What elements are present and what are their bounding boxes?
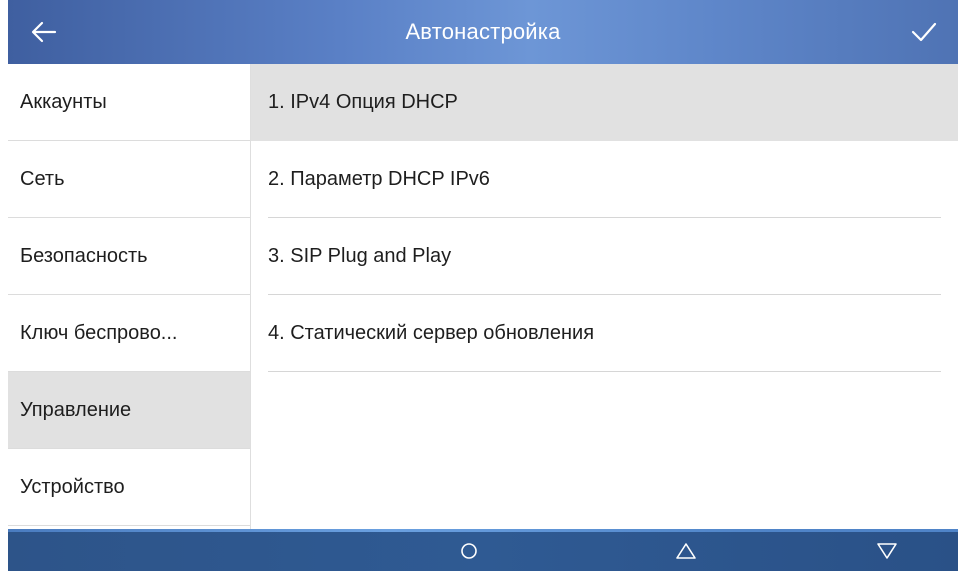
sidebar-item-security[interactable]: Безопасность xyxy=(8,218,250,295)
sidebar-item-wireless-key[interactable]: Ключ беспрово... xyxy=(8,295,250,372)
screen: Автонастройка Аккаунты Сеть Безопасность… xyxy=(8,0,958,571)
nav-divider xyxy=(8,529,958,532)
list-item-dhcp-ipv6-parameter[interactable]: 2. Параметр DHCP IPv6 xyxy=(251,141,958,218)
home-button[interactable] xyxy=(450,533,488,569)
list-item-ipv4-dhcp-option[interactable]: 1. IPv4 Опция DHCP xyxy=(251,64,958,141)
bottom-nav-bar xyxy=(8,529,958,571)
triangle-down-icon xyxy=(877,543,897,559)
sidebar-item-network[interactable]: Сеть xyxy=(8,141,250,218)
scroll-down-button[interactable] xyxy=(868,533,906,569)
list-item-sip-plug-and-play[interactable]: 3. SIP Plug and Play xyxy=(251,218,958,295)
triangle-up-icon xyxy=(676,543,696,559)
circle-home-icon xyxy=(461,543,477,559)
sidebar-item-device[interactable]: Устройство xyxy=(8,449,250,526)
checkmark-icon xyxy=(911,22,937,42)
scroll-up-button[interactable] xyxy=(667,533,705,569)
settings-sidebar: Аккаунты Сеть Безопасность Ключ беспрово… xyxy=(8,64,251,529)
list-item-static-update-server[interactable]: 4. Статический сервер обновления xyxy=(251,295,958,372)
auto-provision-list: 1. IPv4 Опция DHCP 2. Параметр DHCP IPv6… xyxy=(251,64,958,529)
confirm-button[interactable] xyxy=(904,12,944,52)
page-title: Автонастройка xyxy=(405,19,561,44)
top-bar: Автонастройка xyxy=(8,0,958,64)
sidebar-item-accounts[interactable]: Аккаунты xyxy=(8,64,250,141)
sidebar-item-management[interactable]: Управление xyxy=(8,372,250,449)
